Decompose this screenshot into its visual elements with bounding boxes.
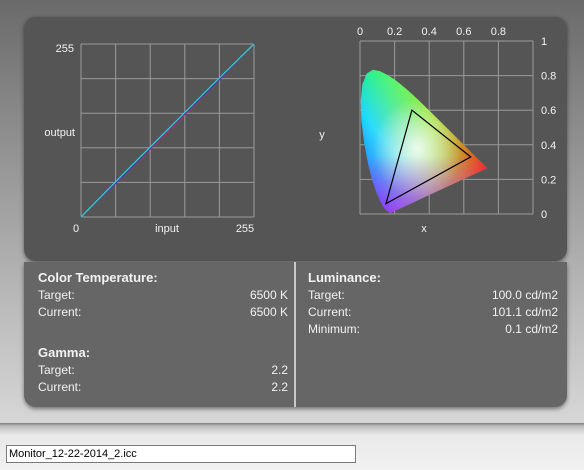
cie-x-tick-label: 0 xyxy=(357,26,363,38)
gamma-target-value: 2.2 xyxy=(271,363,288,377)
gamma-y-tick-255: 255 xyxy=(56,43,74,55)
cie-chromaticity-chart: 0 0.2 0.4 0.6 0.8 1 0.8 0.6 0.4 0.2 0 y x xyxy=(319,26,556,235)
cie-x-tick-label: 0.6 xyxy=(456,26,471,38)
gamma-curve-chart: 255 output 0 input 255 xyxy=(44,43,255,235)
gamma-ylabel: output xyxy=(44,127,75,139)
gamma-target-row: Target: 2.2 xyxy=(38,363,288,379)
label: Minimum: xyxy=(308,322,361,336)
color-temperature-heading: Color Temperature: xyxy=(38,270,158,285)
gamma-current-row: Current: 2.2 xyxy=(38,380,288,396)
cie-y-tick-label: 1 xyxy=(541,36,547,48)
cie-y-tick-label: 0.2 xyxy=(541,174,556,186)
color-temperature-target-row: Target: 6500 K xyxy=(38,288,288,304)
color-temperature-current-row: Current: 6500 K xyxy=(38,305,288,321)
luminance-heading: Luminance: xyxy=(308,270,381,285)
label: Current: xyxy=(38,305,82,319)
luminance-current-value: 101.1 cd/m2 xyxy=(491,305,558,319)
label: Target: xyxy=(308,288,345,302)
cie-xlabel: x xyxy=(421,223,427,235)
cie-x-tick-label: 0.4 xyxy=(422,26,437,38)
cie-x-tick-label: 0.2 xyxy=(387,26,402,38)
gamma-x-tick-255: 255 xyxy=(236,223,254,235)
cie-y-tick-label: 0.8 xyxy=(541,71,556,83)
luminance-minimum-value: 0.1 cd/m2 xyxy=(505,322,558,336)
luminance-target-row: Target: 100.0 cd/m2 xyxy=(308,288,558,304)
cie-y-tick-label: 0.4 xyxy=(541,140,556,152)
gamma-curves xyxy=(80,43,255,218)
cie-x-tick-label: 0.8 xyxy=(491,26,506,38)
label: Target: xyxy=(38,288,75,302)
label: Target: xyxy=(38,363,75,377)
column-divider xyxy=(294,262,296,407)
cie-y-tick-label: 0.6 xyxy=(541,105,556,117)
luminance-target-value: 100.0 cd/m2 xyxy=(491,288,558,302)
gamma-xlabel: input xyxy=(155,223,179,235)
luminance-current-row: Current: 101.1 cd/m2 xyxy=(308,305,558,321)
cie-y-tick-label: 0 xyxy=(541,209,547,221)
color-temperature-current-value: 6500 K xyxy=(249,305,288,319)
cie-ylabel: y xyxy=(319,129,325,141)
charts-panel: 255 output 0 input 255 0 0.2 0.4 0.6 0.8… xyxy=(24,16,567,261)
luminance-minimum-row: Minimum: 0.1 cd/m2 xyxy=(308,322,558,338)
cie-spectral-locus xyxy=(360,69,488,214)
label: Current: xyxy=(308,305,352,319)
color-temperature-target-value: 6500 K xyxy=(249,288,288,302)
gamma-current-value: 2.2 xyxy=(271,380,288,394)
label: Current: xyxy=(38,380,82,394)
gamma-series-line-4 xyxy=(80,43,255,218)
measurement-stats: Color Temperature: Target: 6500 K Curren… xyxy=(24,262,567,407)
gamma-x-tick-0: 0 xyxy=(73,223,79,235)
gamma-heading: Gamma: xyxy=(38,345,91,360)
profile-filename-field[interactable] xyxy=(6,445,356,463)
